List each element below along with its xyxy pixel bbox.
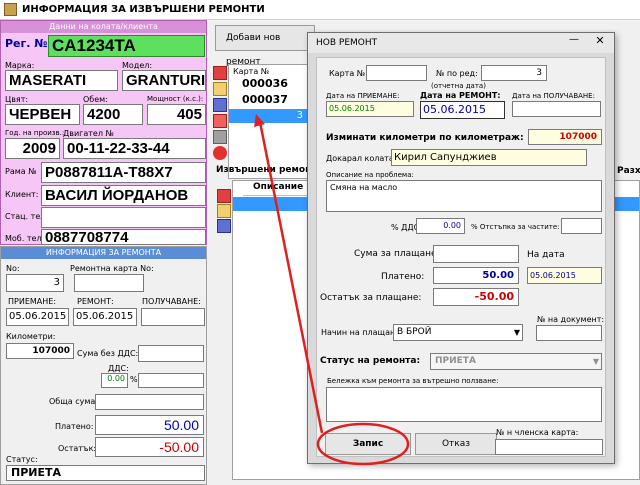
annotation-arrow	[258, 121, 324, 434]
annotation-overlay	[254, 114, 410, 466]
annotation-ellipse	[316, 422, 410, 466]
annotation-arrowhead	[254, 114, 265, 127]
